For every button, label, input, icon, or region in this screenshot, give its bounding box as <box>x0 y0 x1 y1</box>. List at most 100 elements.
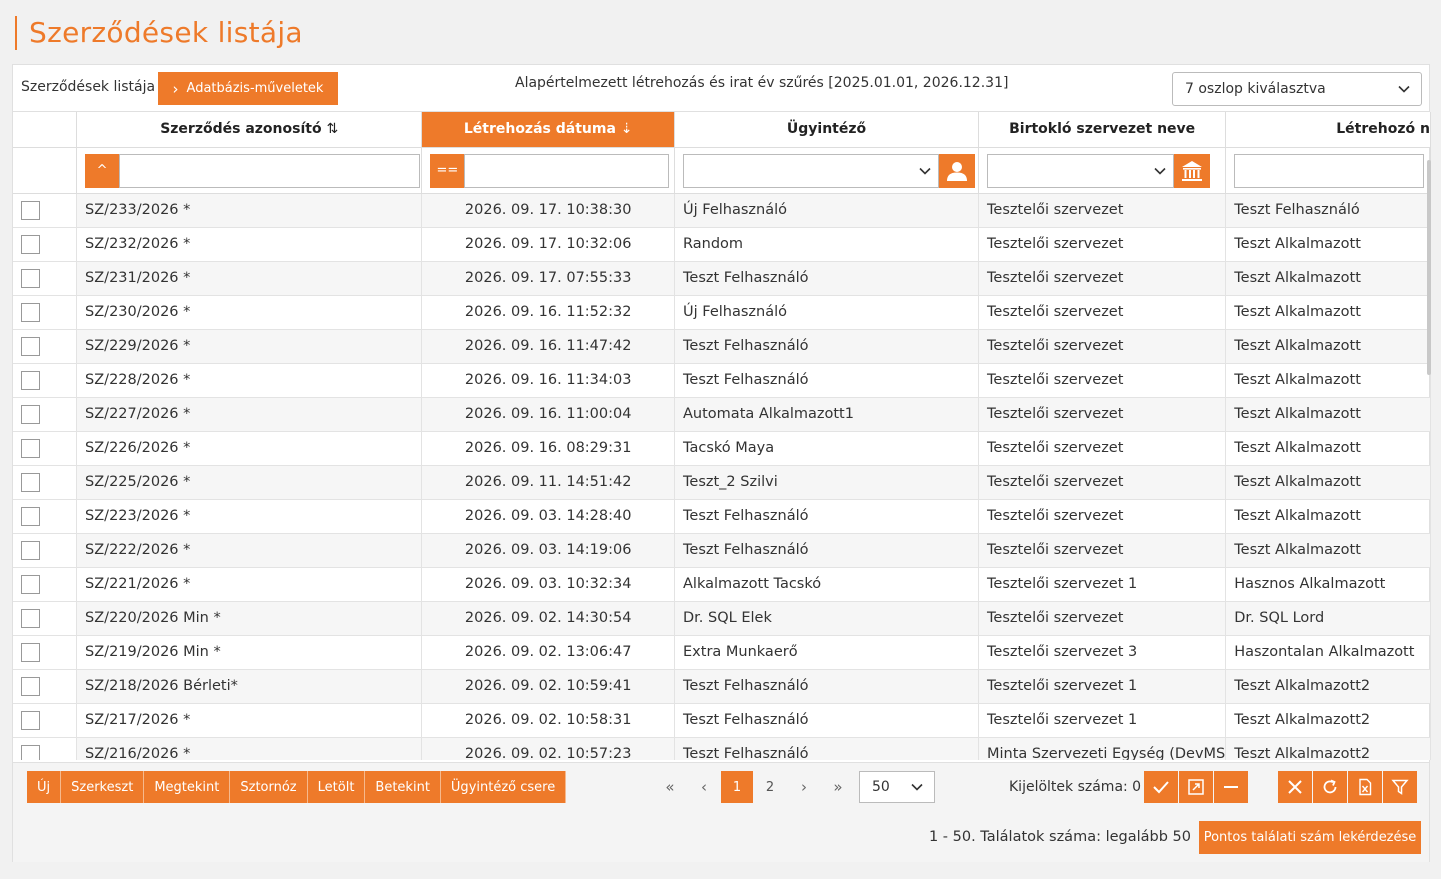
check-icon <box>1153 781 1169 794</box>
table-row[interactable]: SZ/232/2026 * 2026. 09. 17. 10:32:06 Rando… <box>13 227 1431 262</box>
created-date-filter-input[interactable] <box>464 153 670 188</box>
row-checkbox[interactable] <box>21 710 40 730</box>
cell-holding-org: Tesztelői szervezet <box>978 261 1227 296</box>
filter-operator-starts-with[interactable]: ^ <box>85 153 120 188</box>
row-checkbox[interactable] <box>21 574 40 594</box>
table-row[interactable]: SZ/216/2026 * 2026. 09. 02. 10:57:23 Teszt… <box>13 737 1431 760</box>
select-all-button[interactable] <box>1144 771 1178 803</box>
cell-case-officer: Teszt Felhasználó <box>674 669 980 704</box>
row-checkbox[interactable] <box>21 370 40 390</box>
row-select-cell <box>13 737 78 760</box>
row-checkbox[interactable] <box>21 540 40 560</box>
close-icon <box>1288 780 1302 794</box>
cell-contract-id: SZ/230/2026 * <box>76 295 423 330</box>
download-button[interactable]: Letölt <box>307 771 366 803</box>
next-page-button[interactable]: › <box>787 771 821 803</box>
export-excel-button[interactable] <box>1348 771 1382 803</box>
deselect-all-button[interactable] <box>1214 771 1248 803</box>
cell-holding-org: Tesztelői szervezet <box>978 465 1227 500</box>
table-row[interactable]: SZ/225/2026 * 2026. 09. 11. 14:51:42 Teszt… <box>13 465 1431 500</box>
row-select-cell <box>13 193 78 228</box>
case-officer-filter-select[interactable] <box>683 153 940 188</box>
database-operations-button[interactable]: › Adatbázis-műveletek <box>158 72 338 105</box>
row-checkbox[interactable] <box>21 472 40 492</box>
table-row[interactable]: SZ/220/2026 Min * 2026. 09. 02. 14:30:54 D… <box>13 601 1431 636</box>
refresh-button[interactable] <box>1313 771 1347 803</box>
cell-holding-org: Tesztelői szervezet 1 <box>978 669 1227 704</box>
row-checkbox[interactable] <box>21 744 40 760</box>
table-row[interactable]: SZ/217/2026 * 2026. 09. 02. 10:58:31 Teszt… <box>13 703 1431 738</box>
page-2-button[interactable]: 2 <box>753 771 787 803</box>
row-checkbox[interactable] <box>21 404 40 424</box>
cell-case-officer: Teszt Felhasználó <box>674 737 980 760</box>
table-row[interactable]: SZ/227/2026 * 2026. 09. 16. 11:00:04 Autom… <box>13 397 1431 432</box>
table-row[interactable]: SZ/231/2026 * 2026. 09. 17. 07:55:33 Teszt… <box>13 261 1431 296</box>
row-checkbox[interactable] <box>21 438 40 458</box>
organization-picker-button[interactable] <box>1174 153 1211 188</box>
row-select-cell <box>13 261 78 296</box>
holding-org-filter-select[interactable] <box>987 153 1175 188</box>
exact-count-button[interactable]: Pontos találati szám lekérdezése <box>1199 821 1421 854</box>
user-picker-button[interactable] <box>939 153 976 188</box>
sort-desc-icon: ⇣ <box>620 121 633 138</box>
change-case-officer-button[interactable]: Ügyintéző csere <box>440 771 567 803</box>
filter-button[interactable] <box>1383 771 1417 803</box>
column-selector[interactable]: 7 oszlop kiválasztva <box>1172 72 1422 106</box>
page-1-button[interactable]: 1 <box>721 771 753 803</box>
filter-operator-equals[interactable]: == <box>430 153 465 188</box>
table-row[interactable]: SZ/226/2026 * 2026. 09. 16. 08:29:31 Tacsk… <box>13 431 1431 466</box>
table-row[interactable]: SZ/222/2026 * 2026. 09. 03. 14:19:06 Teszt… <box>13 533 1431 568</box>
table-row[interactable]: SZ/228/2026 * 2026. 09. 16. 11:34:03 Teszt… <box>13 363 1431 398</box>
table-row[interactable]: SZ/230/2026 * 2026. 09. 16. 11:52:32 Új Fe… <box>13 295 1431 330</box>
new-button[interactable]: Új <box>27 771 62 803</box>
cell-created-date: 2026. 09. 16. 11:00:04 <box>421 397 676 432</box>
table-row[interactable]: SZ/233/2026 * 2026. 09. 17. 10:38:30 Új Fe… <box>13 193 1431 228</box>
table-row[interactable]: SZ/221/2026 * 2026. 09. 03. 10:32:34 Alkal… <box>13 567 1431 602</box>
action-bar: Új Szerkeszt Megtekint Sztornóz Letölt Beteki… <box>13 762 1429 814</box>
select-page-button[interactable] <box>1179 771 1213 803</box>
row-checkbox[interactable] <box>21 336 40 356</box>
contract-id-filter-input[interactable] <box>119 153 421 188</box>
filter-case-officer <box>674 147 980 194</box>
row-checkbox[interactable] <box>21 506 40 526</box>
cancel-contract-button[interactable]: Sztornóz <box>230 771 308 803</box>
row-checkbox[interactable] <box>21 234 40 254</box>
page-size-select[interactable]: 50 <box>859 771 935 803</box>
table-row[interactable]: SZ/219/2026 Min * 2026. 09. 02. 13:06:47 E… <box>13 635 1431 670</box>
cell-holding-org: Tesztelői szervezet 3 <box>978 635 1227 670</box>
cell-creator: Teszt Alkalmazott <box>1225 499 1431 534</box>
creator-filter-input[interactable] <box>1234 153 1425 188</box>
table-row[interactable]: SZ/229/2026 * 2026. 09. 16. 11:47:42 Teszt… <box>13 329 1431 364</box>
header-case-officer[interactable]: Ügyintéző <box>674 112 980 148</box>
cell-creator: Dr. SQL Lord <box>1225 601 1431 636</box>
cell-holding-org: Tesztelői szervezet <box>978 363 1227 398</box>
cell-created-date: 2026. 09. 16. 08:29:31 <box>421 431 676 466</box>
last-page-button[interactable]: » <box>821 771 855 803</box>
edit-button[interactable]: Szerkeszt <box>61 771 145 803</box>
row-checkbox[interactable] <box>21 676 40 696</box>
row-checkbox[interactable] <box>21 608 40 628</box>
cell-creator: Teszt Alkalmazott2 <box>1225 703 1431 738</box>
cell-created-date: 2026. 09. 02. 10:59:41 <box>421 669 676 704</box>
cell-contract-id: SZ/233/2026 * <box>76 193 423 228</box>
header-creator[interactable]: Létrehozó n <box>1225 112 1431 148</box>
header-holding-org[interactable]: Birtokló szervezet neve <box>978 112 1227 148</box>
cell-creator: Teszt Alkalmazott <box>1225 431 1431 466</box>
table-row[interactable]: SZ/223/2026 * 2026. 09. 03. 14:28:40 Teszt… <box>13 499 1431 534</box>
prev-page-button[interactable]: ‹ <box>687 771 721 803</box>
table-row[interactable]: SZ/218/2026 Bérleti* 2026. 09. 02. 10:59:… <box>13 669 1431 704</box>
view-button[interactable]: Megtekint <box>144 771 231 803</box>
header-created-date[interactable]: Létrehozás dátuma ⇣ <box>421 112 676 148</box>
row-checkbox[interactable] <box>21 200 40 220</box>
first-page-button[interactable]: « <box>653 771 687 803</box>
chevron-down-icon <box>1154 167 1166 175</box>
row-checkbox[interactable] <box>21 642 40 662</box>
clear-filters-button[interactable] <box>1278 771 1312 803</box>
inspect-button[interactable]: Betekint <box>365 771 441 803</box>
cell-created-date: 2026. 09. 03. 14:28:40 <box>421 499 676 534</box>
cell-created-date: 2026. 09. 17. 07:55:33 <box>421 261 676 296</box>
header-contract-id[interactable]: Szerződés azonosító ⇅ <box>76 112 423 148</box>
row-checkbox[interactable] <box>21 302 40 322</box>
vertical-scrollbar[interactable] <box>1427 160 1431 375</box>
row-checkbox[interactable] <box>21 268 40 288</box>
